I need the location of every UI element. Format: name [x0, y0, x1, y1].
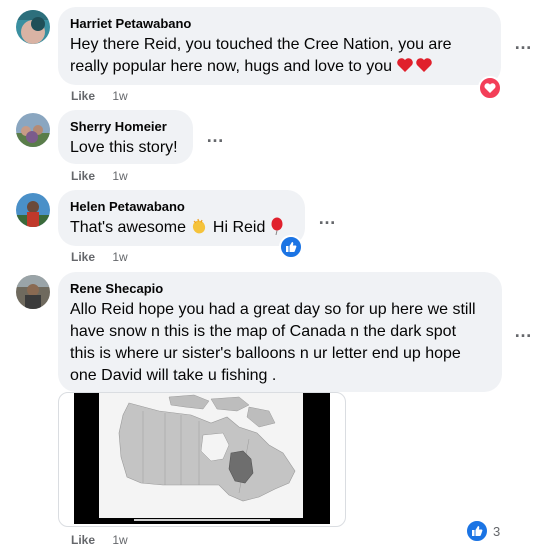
like-button[interactable]: Like: [71, 169, 95, 183]
comment-text-line: have snow n this is the map of Canada n …: [70, 323, 457, 340]
avatar[interactable]: [16, 193, 50, 227]
comment-bubble: Helen Petawabano That's awesome Hi Reid: [58, 190, 305, 246]
comment-timestamp[interactable]: 1w: [112, 169, 127, 183]
more-options-icon[interactable]: …: [206, 127, 225, 145]
clapping-hands-emoji-icon: [190, 217, 208, 242]
comment-text-segment: Hi Reid: [212, 219, 266, 236]
comment-timestamp[interactable]: 1w: [112, 533, 127, 547]
comment-bubble: Rene Shecapio Allo Reid hope you had a g…: [58, 272, 502, 392]
comment-text: Allo Reid hope you had a great day so fo…: [70, 299, 490, 387]
comment-bubble: Sherry Homeier Love this story!: [58, 110, 193, 164]
comment-author[interactable]: Helen Petawabano: [70, 198, 293, 215]
heart-emoji-icon: [396, 56, 434, 81]
comment-author[interactable]: Rene Shecapio: [70, 280, 490, 297]
comment-author[interactable]: Sherry Homeier: [70, 118, 181, 135]
reaction-count-text: 3: [493, 523, 501, 539]
comment-actions: Like 1w: [71, 88, 128, 104]
like-button[interactable]: Like: [71, 89, 95, 103]
comment-actions: Like 1w: [71, 249, 128, 265]
comment-text-line: Allo Reid hope you had a great day so fo…: [70, 301, 476, 318]
comment-timestamp[interactable]: 1w: [112, 250, 127, 264]
comment-actions: Like 1w: [71, 168, 128, 184]
avatar[interactable]: [16, 275, 50, 309]
more-options-icon[interactable]: …: [514, 322, 533, 340]
more-options-icon[interactable]: …: [514, 34, 533, 52]
like-reaction-icon: [465, 519, 489, 543]
like-button[interactable]: Like: [71, 533, 95, 547]
comment-text-line: this is where ur sister's balloons n ur …: [70, 345, 461, 362]
comment-text: Love this story!: [70, 139, 178, 156]
comment-text-line: really popular here now, hugs and love t…: [70, 58, 392, 75]
like-reaction-icon[interactable]: [279, 235, 303, 259]
comment-text-line: Hey there Reid, you touched the Cree Nat…: [70, 36, 452, 53]
canada-map-image: [99, 393, 303, 518]
comment-text-line: one David will take u fishing .: [70, 367, 277, 384]
avatar[interactable]: [16, 10, 50, 44]
more-options-icon[interactable]: …: [318, 209, 337, 227]
comment-author[interactable]: Harriet Petawabano: [70, 15, 489, 32]
video-progress-bar[interactable]: [134, 519, 270, 521]
reaction-count[interactable]: 3: [465, 519, 501, 543]
comment-text: That's awesome Hi Reid: [70, 217, 293, 242]
comment-text-segment: That's awesome: [70, 219, 186, 236]
like-button[interactable]: Like: [71, 250, 95, 264]
avatar[interactable]: [16, 113, 50, 147]
comment-timestamp[interactable]: 1w: [112, 89, 127, 103]
video-player[interactable]: [74, 393, 330, 524]
comment-bubble: Harriet Petawabano Hey there Reid, you t…: [58, 7, 501, 85]
attached-video[interactable]: [58, 392, 346, 527]
comment-text: Hey there Reid, you touched the Cree Nat…: [70, 34, 489, 81]
heart-reaction-icon[interactable]: [478, 76, 502, 100]
comment-actions: Like 1w: [71, 532, 128, 548]
